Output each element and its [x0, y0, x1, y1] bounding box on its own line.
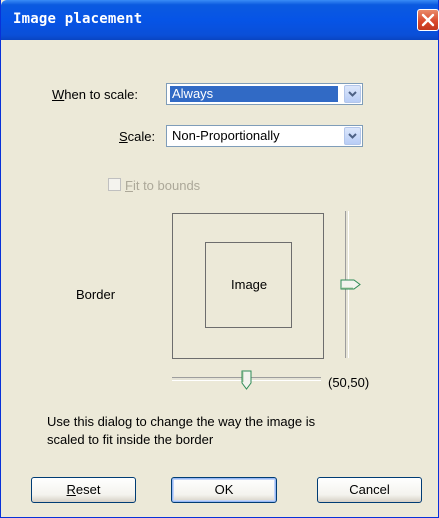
- scale-select[interactable]: Non-Proportionally: [166, 125, 363, 147]
- close-icon: [418, 10, 438, 30]
- scale-value: Non-Proportionally: [172, 128, 280, 143]
- border-label: Border: [76, 287, 116, 302]
- position-readout: (50,50): [328, 375, 370, 390]
- when-to-scale-select[interactable]: Always: [166, 83, 363, 105]
- ok-button-label: OK: [214, 482, 234, 497]
- when-to-scale-label-text: hen to scale:: [64, 87, 138, 102]
- when-to-scale-accesskey: W: [52, 87, 65, 102]
- help-text-line2: scaled to fit inside the border: [47, 432, 214, 447]
- ok-button[interactable]: OK: [171, 477, 277, 503]
- reset-button-label: eset: [75, 482, 101, 497]
- window-title: Image placement: [13, 11, 143, 27]
- chevron-down-icon: [345, 128, 360, 144]
- dialog-window: Image placement When to scale: Always Sc…: [0, 0, 439, 518]
- fit-to-bounds-label-text: it to bounds: [132, 178, 201, 193]
- chevron-down-icon: [345, 86, 360, 102]
- close-button[interactable]: [417, 9, 439, 31]
- reset-accesskey: R: [66, 482, 76, 497]
- scale-label: Scale:: [119, 129, 155, 144]
- scale-label-text: cale:: [127, 129, 156, 144]
- fit-to-bounds-checkbox[interactable]: [108, 178, 121, 191]
- cancel-button[interactable]: Cancel: [317, 477, 422, 503]
- image-label: Image: [231, 277, 268, 292]
- vertical-slider-thumb[interactable]: [340, 279, 362, 290]
- title-bar[interactable]: Image placement: [1, 0, 439, 40]
- fit-to-bounds-accesskey: F: [125, 178, 133, 193]
- when-to-scale-value: Always: [170, 86, 338, 102]
- when-to-scale-dropdown-button[interactable]: [344, 85, 361, 103]
- scale-dropdown-button[interactable]: [344, 127, 361, 145]
- when-to-scale-label: When to scale:: [52, 87, 138, 102]
- fit-to-bounds-label: Fit to bounds: [125, 178, 200, 193]
- scale-accesskey: S: [119, 129, 128, 144]
- cancel-button-label: Cancel: [349, 482, 390, 497]
- help-text-line1: Use this dialog to change the way the im…: [47, 414, 316, 429]
- reset-button[interactable]: Reset: [31, 477, 136, 503]
- horizontal-slider-thumb[interactable]: [241, 370, 252, 390]
